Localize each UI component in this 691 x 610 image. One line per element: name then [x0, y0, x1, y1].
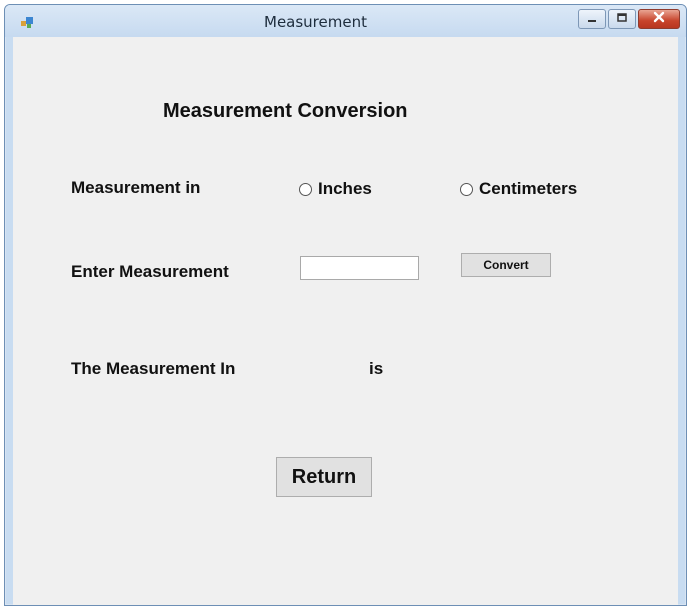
- minimize-button[interactable]: [578, 9, 606, 29]
- form-heading: Measurement Conversion: [163, 100, 408, 122]
- minimize-icon: [586, 10, 598, 28]
- maximize-icon: [616, 10, 628, 28]
- form-client-area: Measurement Conversion Measurement in In…: [13, 37, 678, 605]
- close-icon: [652, 10, 666, 28]
- app-window: Measurement Measurement Conversion Measu…: [4, 4, 687, 606]
- measurement-in-label: Measurement in: [71, 178, 201, 197]
- enter-measurement-label: Enter Measurement: [71, 262, 229, 281]
- radio-centimeters-label[interactable]: Centimeters: [479, 179, 577, 199]
- radio-centimeters[interactable]: Centimeters: [460, 179, 577, 199]
- radio-inches-label[interactable]: Inches: [318, 179, 372, 199]
- maximize-button[interactable]: [608, 9, 636, 29]
- result-prefix-label: The Measurement In: [71, 359, 236, 378]
- convert-button[interactable]: Convert: [461, 253, 551, 277]
- radio-inches-circle[interactable]: [299, 182, 312, 196]
- radio-centimeters-circle[interactable]: [460, 182, 473, 196]
- window-controls: [578, 9, 680, 31]
- radio-inches[interactable]: Inches: [299, 179, 372, 199]
- measurement-input[interactable]: [300, 256, 419, 280]
- result-is-label: is: [369, 359, 384, 378]
- return-button[interactable]: Return: [276, 457, 372, 497]
- title-bar[interactable]: Measurement: [5, 5, 686, 37]
- close-button[interactable]: [638, 9, 680, 29]
